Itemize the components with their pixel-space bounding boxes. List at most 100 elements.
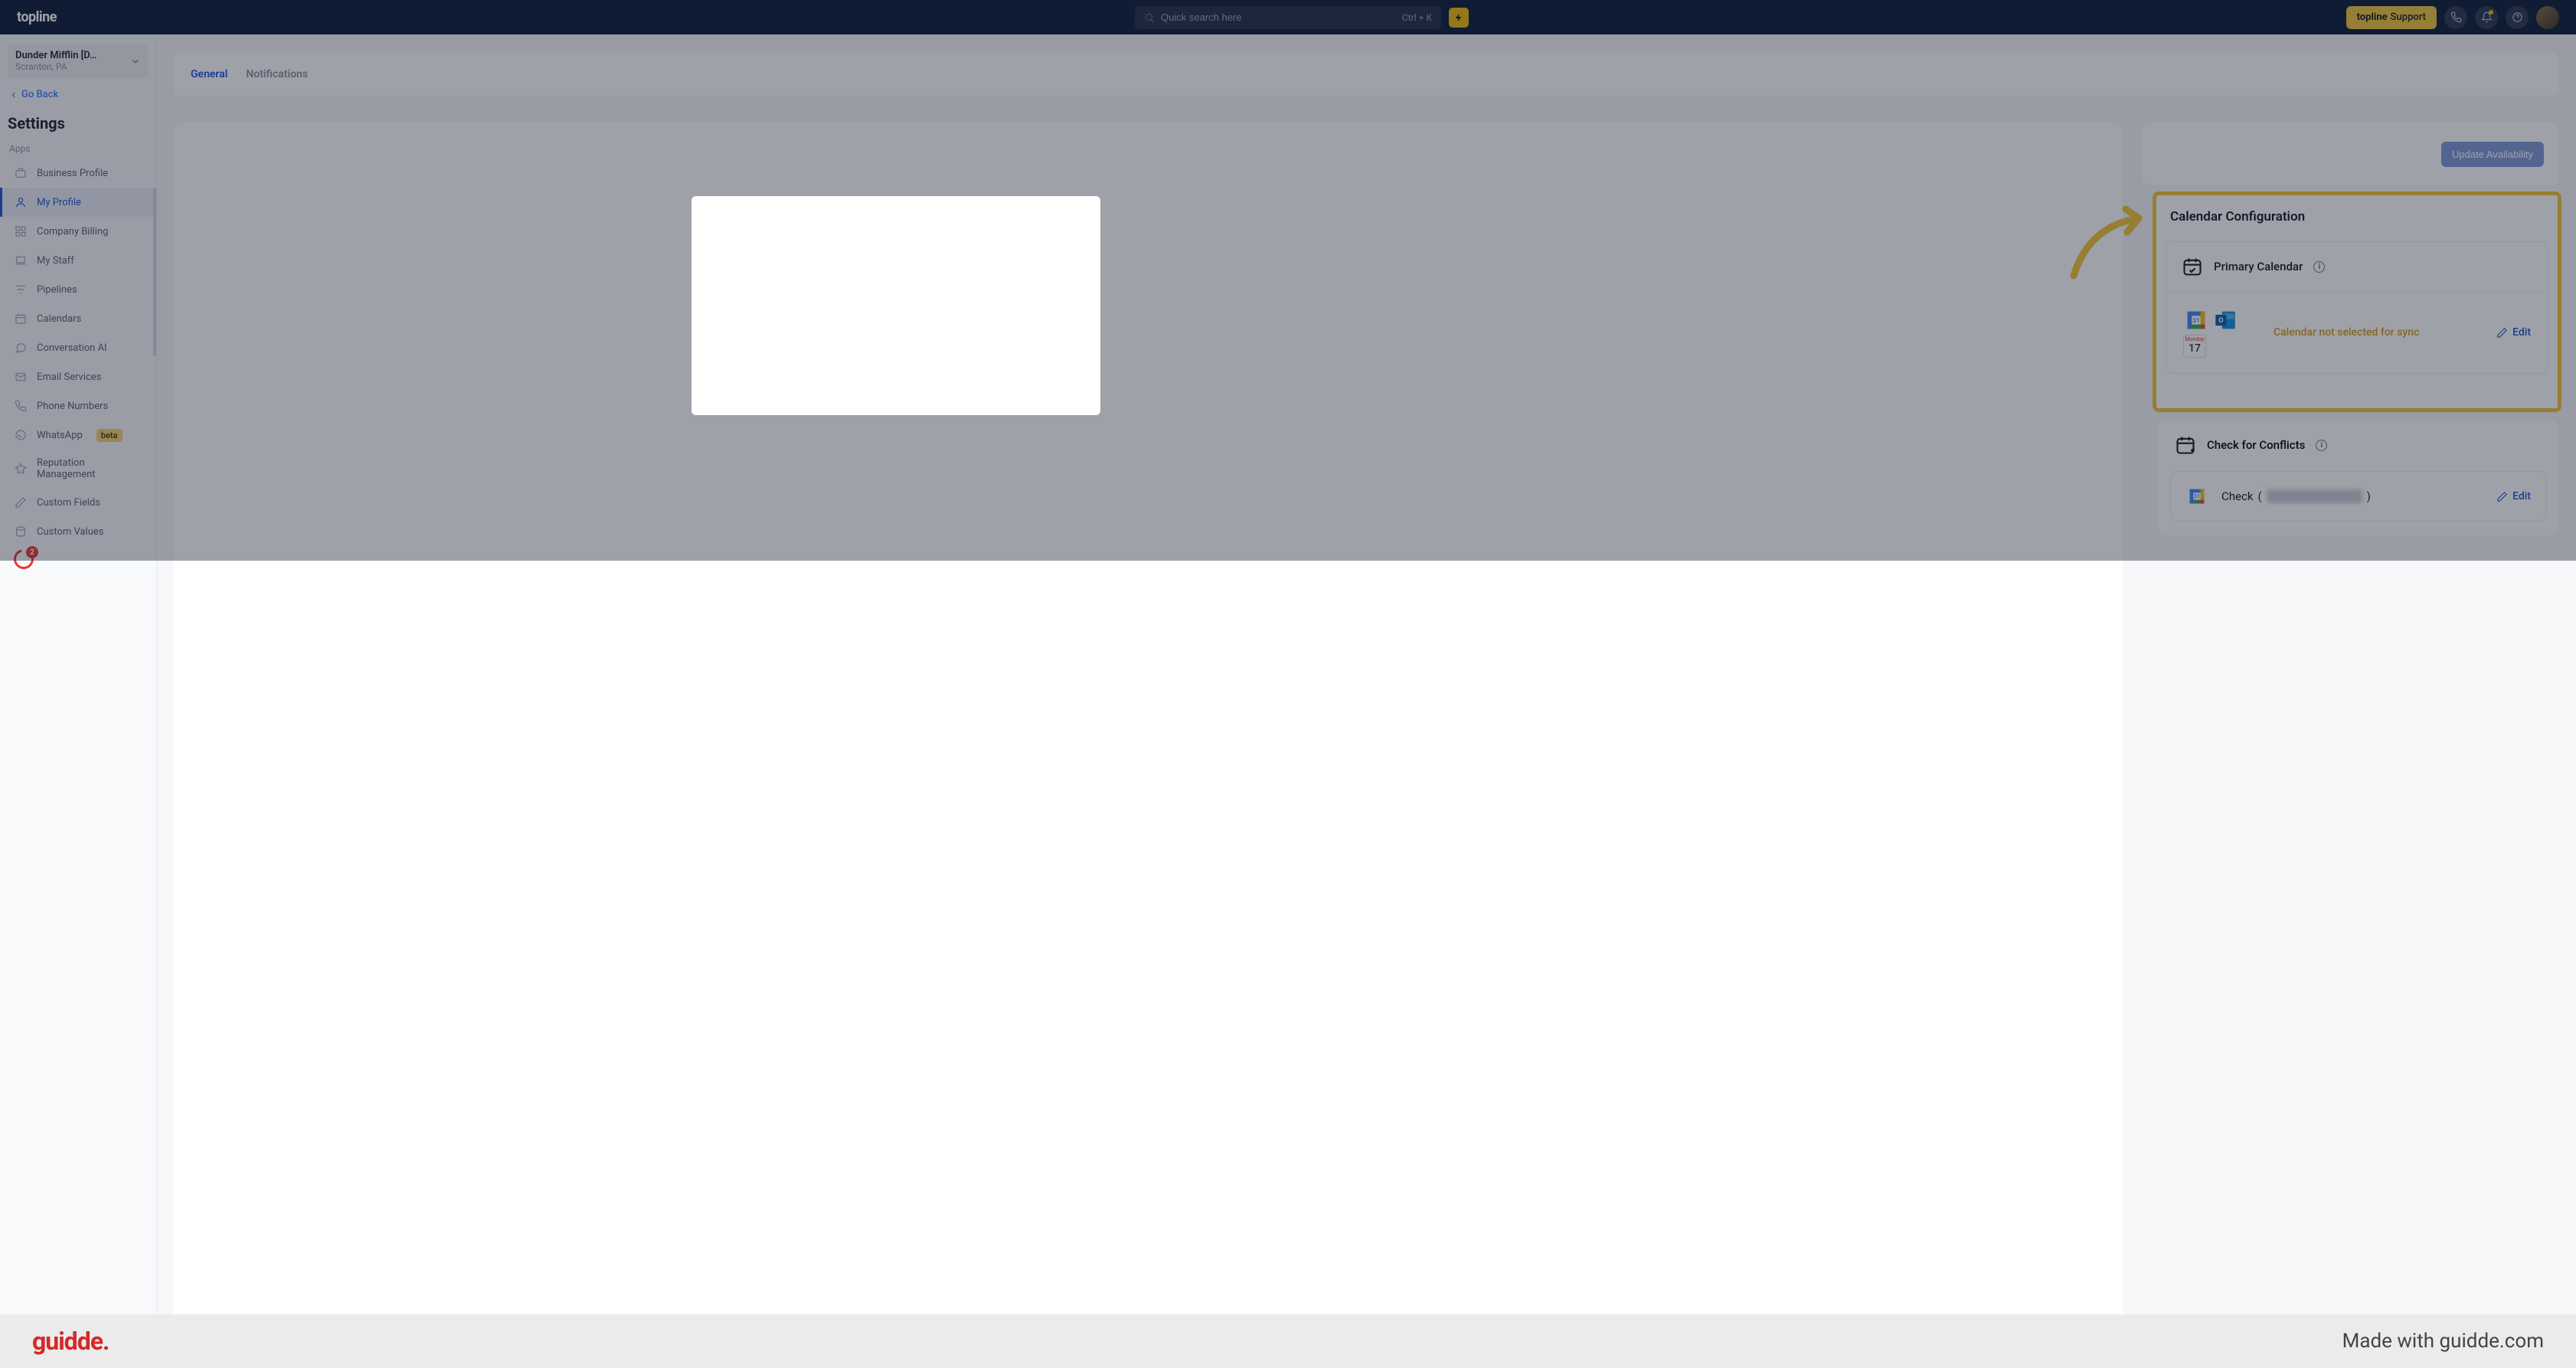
edit-icon [15,496,27,509]
count-badge: 2 [26,546,38,558]
sidebar-scrollbar[interactable] [153,188,156,356]
user-avatar[interactable] [2536,6,2559,29]
bolt-button[interactable] [1449,8,1469,28]
annotation-arrow [2066,203,2158,287]
conflicts-edit-link[interactable]: Edit [2496,490,2531,502]
sidebar-item-label: Business Profile [37,168,108,179]
calendar-check-icon [2182,256,2203,277]
global-search[interactable]: Ctrl + K [1135,6,1441,29]
primary-calendar-box: Primary Calendar i 31 O Monday 17 [2166,241,2548,374]
primary-calendar-label: Primary Calendar [2214,260,2303,273]
database-icon [15,525,27,538]
sidebar-item-whatsapp[interactable]: WhatsAppbeta [0,421,156,450]
calendar-config-title: Calendar Configuration [2170,209,2558,224]
main-area: General Notifications Update Availabilit… [157,34,2576,1368]
sidebar-item-reputation-management[interactable]: Reputation Management [0,450,156,488]
grid-icon [15,225,27,237]
primary-calendar-body: 31 O Monday 17 Calendar not selected for… [2166,292,2548,373]
nav-list: Business Profile My Profile Company Bill… [0,159,156,571]
support-brand: topline [2357,11,2388,23]
edit-icon [2496,327,2508,339]
tab-bar: General Notifications [174,53,2559,96]
help-icon [2512,11,2523,23]
calendar-provider-icons: 31 O Monday 17 [2183,307,2238,358]
apple-cal-day: Monday [2184,336,2205,342]
conflicts-check-text: Check () [2221,489,2371,503]
calendar-not-selected-text: Calendar not selected for sync [2274,326,2419,339]
laptop-icon [15,254,27,267]
sidebar-item-custom-fields[interactable]: Custom Fields [0,488,156,517]
sidebar-item-label: Pipelines [37,284,77,296]
sidebar-item-label: My Profile [37,197,81,208]
phone-icon [15,400,27,412]
footer-watermark: guidde. Made with guidde.com [0,1314,2576,1368]
phone-icon [2450,11,2462,23]
primary-calendar-edit-link[interactable]: Edit [2496,326,2531,339]
sidebar-item-pipelines[interactable]: Pipelines [0,275,156,304]
tab-notifications[interactable]: Notifications [246,68,308,80]
sidebar-item-my-profile[interactable]: My Profile [0,188,156,217]
apple-calendar-icon: Monday 17 [2183,335,2206,358]
edit-label: Edit [2512,326,2531,339]
sidebar: Dunder Mifflin [D… Scranton, PA Go Back … [0,34,157,1368]
info-icon[interactable]: i [2313,261,2325,273]
phone-button[interactable] [2444,6,2467,29]
go-back-link[interactable]: Go Back [9,89,147,100]
calendar-config-highlight: Calendar Configuration Primary Calendar … [2153,191,2561,412]
conflicts-body: 31 Check () Edit [2170,471,2547,522]
sidebar-item-calendars[interactable]: Calendars [0,304,156,333]
edit-icon [2496,491,2508,502]
chevron-down-icon [130,56,141,67]
sidebar-item-label: Phone Numbers [37,401,108,412]
sidebar-item-company-billing[interactable]: Company Billing [0,217,156,246]
sidebar-item-business-profile[interactable]: Business Profile [0,159,156,188]
sidebar-item-conversation-ai[interactable]: Conversation AI [0,333,156,362]
info-icon[interactable]: i [2316,440,2327,451]
sidebar-item-custom-values[interactable]: Custom Values [0,517,156,546]
help-button[interactable] [2506,6,2529,29]
sidebar-item-label: Calendars [37,313,81,325]
redacted-email [2267,489,2362,503]
svg-text:O: O [2218,316,2223,325]
app-logo: topline [17,9,57,25]
sidebar-item-label: Conversation AI [37,342,107,354]
conflicts-head: Check for Conflicts i [2170,434,2547,456]
star-icon [15,463,27,475]
primary-calendar-head: Primary Calendar i [2166,242,2548,292]
whatsapp-icon [15,429,27,441]
chevron-left-icon [9,90,18,100]
blank-card [174,123,2123,1368]
svg-text:31: 31 [2192,317,2200,325]
filter-icon [15,283,27,296]
account-selector[interactable]: Dunder Mifflin [D… Scranton, PA [8,44,149,78]
notifications-button[interactable] [2475,6,2498,29]
update-availability-button[interactable]: Update Availability [2441,142,2544,167]
search-input[interactable] [1161,11,1402,23]
top-nav: topline Ctrl + K topline Support [0,0,2576,34]
conflicts-title: Check for Conflicts [2207,438,2305,452]
calendar-icon [15,313,27,325]
chat-icon [15,342,27,354]
calendar-plus-icon [2175,434,2196,456]
top-right-group: topline Support [2346,6,2559,29]
google-calendar-icon: 31 [2186,486,2208,507]
sidebar-item-label: My Staff [37,255,74,267]
guidde-logo: guidde. [32,1327,109,1356]
search-icon [1144,12,1155,23]
notification-dot [2489,10,2493,15]
tab-general[interactable]: General [191,68,227,80]
sidebar-extra-indicator[interactable]: 2 [14,549,35,571]
sidebar-item-phone-numbers[interactable]: Phone Numbers [0,391,156,421]
content-area: Update Availability Calendar Configurati… [174,119,2559,1368]
sidebar-item-label: Reputation Management [37,457,145,480]
sidebar-item-email-services[interactable]: Email Services [0,362,156,391]
sidebar-item-label: WhatsApp [37,430,83,441]
account-name: Dunder Mifflin [D… [15,50,96,61]
section-apps-label: Apps [9,143,147,154]
google-calendar-icon: 31 [2183,307,2209,333]
settings-heading: Settings [8,114,149,133]
sidebar-item-my-staff[interactable]: My Staff [0,246,156,275]
check-label: Check [2221,489,2253,503]
user-icon [15,196,27,208]
support-button[interactable]: topline Support [2346,6,2437,29]
